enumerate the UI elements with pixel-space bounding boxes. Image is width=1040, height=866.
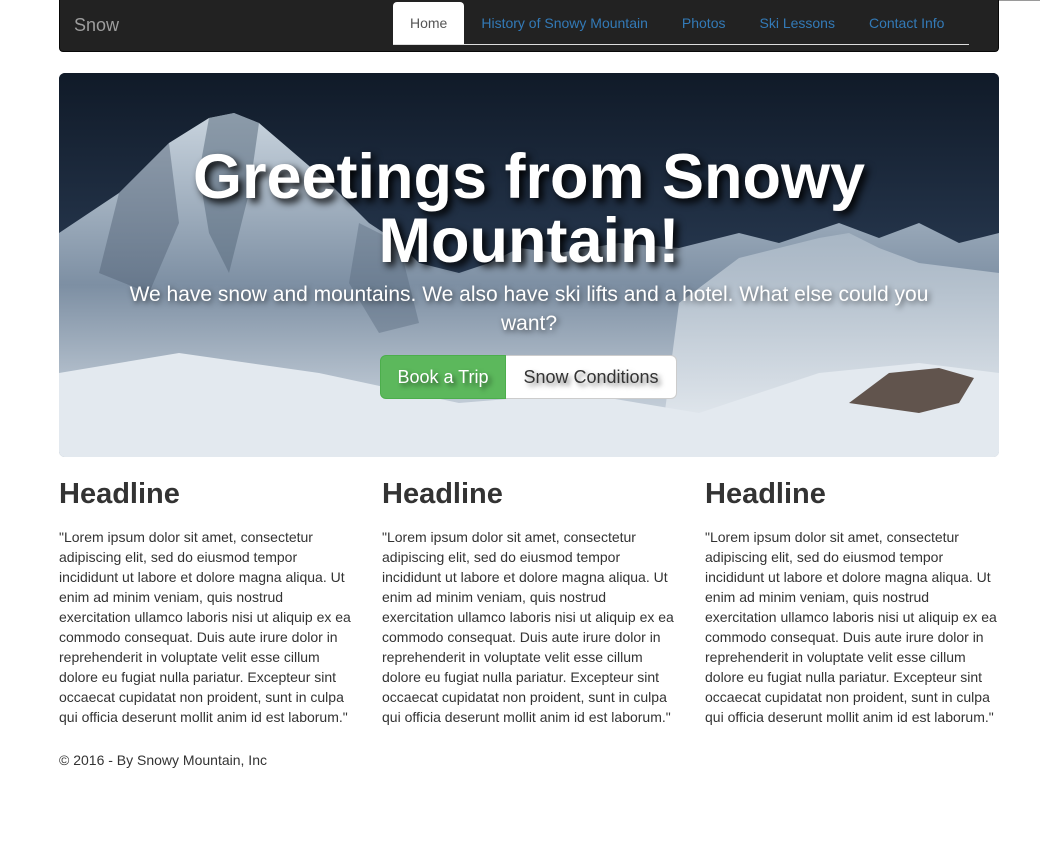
- column-body: "Lorem ipsum dolor sit amet, consectetur…: [382, 529, 674, 725]
- footer-copyright: © 2016 - By Snowy Mountain, Inc: [59, 752, 267, 768]
- hero-title-line-1: Greetings from Snowy: [192, 142, 866, 212]
- column-headline: Headline: [705, 478, 826, 510]
- nav-item-ski-lessons[interactable]: Ski Lessons: [742, 2, 851, 43]
- nav-item-photos[interactable]: Photos: [665, 2, 743, 43]
- column-headline: Headline: [59, 478, 180, 510]
- content-column-1: Headline "Lorem ipsum dolor sit amet, co…: [59, 476, 354, 727]
- snow-conditions-button[interactable]: Snow Conditions: [506, 355, 677, 399]
- book-trip-button[interactable]: Book a Trip: [380, 355, 506, 399]
- column-headline: Headline: [382, 478, 503, 510]
- nav-item-history[interactable]: History of Snowy Mountain: [464, 2, 665, 43]
- content-column-2: Headline "Lorem ipsum dolor sit amet, co…: [382, 476, 677, 727]
- hero-title-line-2: Mountain!: [378, 206, 680, 276]
- hero-title: Greetings from Snowy Mountain!: [59, 145, 999, 273]
- top-divider: [998, 0, 1040, 1]
- nav-item-home[interactable]: Home: [393, 2, 465, 44]
- nav-tabs: Home History of Snowy Mountain Photos Sk…: [393, 2, 969, 45]
- hero-jumbotron: Greetings from Snowy Mountain! We have s…: [59, 73, 999, 457]
- column-body: "Lorem ipsum dolor sit amet, consectetur…: [59, 529, 351, 725]
- content-column-3: Headline "Lorem ipsum dolor sit amet, co…: [705, 476, 1000, 727]
- navbar-brand[interactable]: Snow: [74, 15, 119, 36]
- hero-button-group: Book a Trip Snow Conditions: [380, 355, 677, 399]
- nav-item-contact-info[interactable]: Contact Info: [852, 2, 962, 43]
- navbar: Snow Home History of Snowy Mountain Phot…: [59, 0, 999, 52]
- column-body: "Lorem ipsum dolor sit amet, consectetur…: [705, 529, 997, 725]
- hero-subtitle: We have snow and mountains. We also have…: [129, 283, 929, 335]
